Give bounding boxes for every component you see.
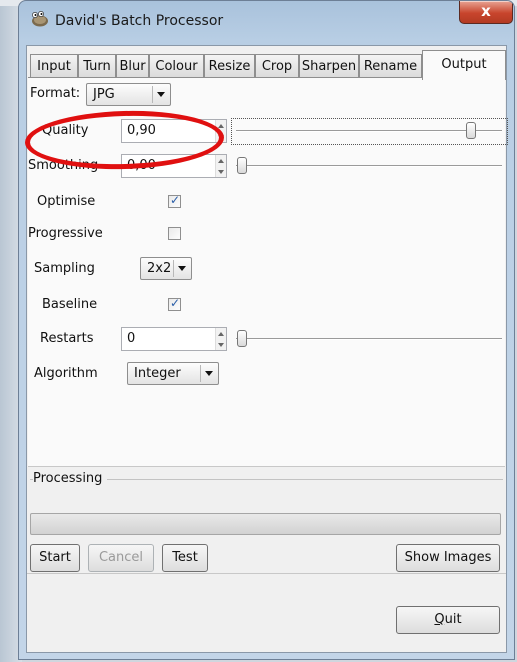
chevron-down-icon: [152, 86, 168, 103]
group-border: [107, 479, 503, 480]
spin-down-icon[interactable]: [216, 339, 226, 350]
tab-blur[interactable]: Blur: [116, 54, 149, 78]
close-icon: x: [481, 2, 491, 20]
smoothing-value: 0,00: [127, 158, 156, 173]
slider-thumb[interactable]: [465, 122, 476, 139]
restarts-spin-buttons[interactable]: [215, 328, 226, 350]
window-title: David's Batch Processor: [55, 13, 224, 29]
quality-slider[interactable]: [236, 118, 502, 144]
spin-up-icon[interactable]: [216, 328, 226, 339]
spin-down-icon[interactable]: [216, 166, 226, 177]
slider-thumb[interactable]: [237, 157, 247, 174]
processing-progress-bar: [30, 513, 501, 535]
tab-input[interactable]: Input: [30, 54, 78, 78]
sampling-label: Sampling: [34, 261, 95, 276]
slider-track: [236, 338, 502, 340]
slider-track: [236, 165, 502, 167]
tab-resize[interactable]: Resize: [204, 54, 255, 78]
smoothing-label: Smoothing: [28, 158, 99, 173]
test-button[interactable]: Test: [162, 544, 208, 572]
processing-label: Processing: [33, 471, 103, 486]
sampling-select[interactable]: 2x2: [140, 257, 192, 280]
quality-label: Quality: [42, 123, 89, 138]
start-button[interactable]: Start: [30, 544, 80, 572]
quality-spinbox[interactable]: 0,90: [121, 119, 227, 143]
quit-button[interactable]: Quit: [396, 606, 500, 634]
checkmark-icon: ✓: [169, 193, 181, 207]
spin-up-icon[interactable]: [216, 120, 226, 131]
baseline-checkbox[interactable]: ✓: [168, 296, 181, 311]
checkmark-icon: ✓: [169, 296, 181, 310]
format-value: JPG: [93, 87, 115, 102]
restarts-value: 0: [127, 331, 136, 346]
restarts-spinbox[interactable]: 0: [121, 327, 227, 351]
batch-processor-window: David's Batch Processor x Input Turn Blu…: [18, 0, 515, 660]
optimise-label: Optimise: [37, 194, 96, 209]
progressive-checkbox[interactable]: ✓: [168, 227, 181, 240]
chevron-down-icon: [200, 365, 216, 382]
spin-up-icon[interactable]: [216, 155, 226, 166]
optimise-checkbox[interactable]: ✓: [168, 193, 181, 208]
show-images-button[interactable]: Show Images: [396, 544, 500, 572]
algorithm-select[interactable]: Integer: [127, 362, 219, 385]
output-tab-panel: Format: JPG Quality 0,90 Smoothing 0,00 …: [24, 77, 508, 467]
quit-label: Quit: [434, 612, 462, 627]
gimp-app-icon: [32, 11, 48, 27]
baseline-label: Baseline: [42, 297, 98, 312]
smoothing-spin-buttons[interactable]: [215, 155, 226, 177]
slider-track: [236, 130, 502, 132]
tab-turn[interactable]: Turn: [78, 54, 116, 78]
cancel-button[interactable]: Cancel: [88, 544, 154, 572]
smoothing-spinbox[interactable]: 0,00: [121, 154, 227, 178]
sampling-value: 2x2: [147, 261, 172, 276]
progressive-label: Progressive: [28, 226, 103, 241]
format-label: Format:: [30, 86, 81, 101]
tab-output[interactable]: Output: [422, 50, 506, 80]
window-client-area: Input Turn Blur Colour Resize Crop Sharp…: [24, 45, 508, 653]
title-bar[interactable]: David's Batch Processor x: [19, 1, 514, 45]
tab-rename[interactable]: Rename: [359, 54, 422, 78]
spin-down-icon[interactable]: [216, 131, 226, 142]
quality-value: 0,90: [127, 123, 156, 138]
smoothing-slider[interactable]: [236, 153, 502, 179]
close-button[interactable]: x: [459, 1, 513, 24]
algorithm-value: Integer: [134, 366, 181, 381]
tab-crop[interactable]: Crop: [255, 54, 299, 78]
restarts-slider[interactable]: [236, 326, 502, 352]
quality-spin-buttons[interactable]: [215, 120, 226, 142]
format-select[interactable]: JPG: [86, 83, 171, 106]
algorithm-label: Algorithm: [34, 366, 98, 381]
tab-sharpen[interactable]: Sharpen: [299, 54, 359, 78]
slider-thumb[interactable]: [237, 330, 247, 347]
tab-colour[interactable]: Colour: [149, 54, 204, 78]
restarts-label: Restarts: [40, 331, 94, 346]
chevron-down-icon: [173, 260, 189, 277]
separator: [27, 573, 506, 574]
